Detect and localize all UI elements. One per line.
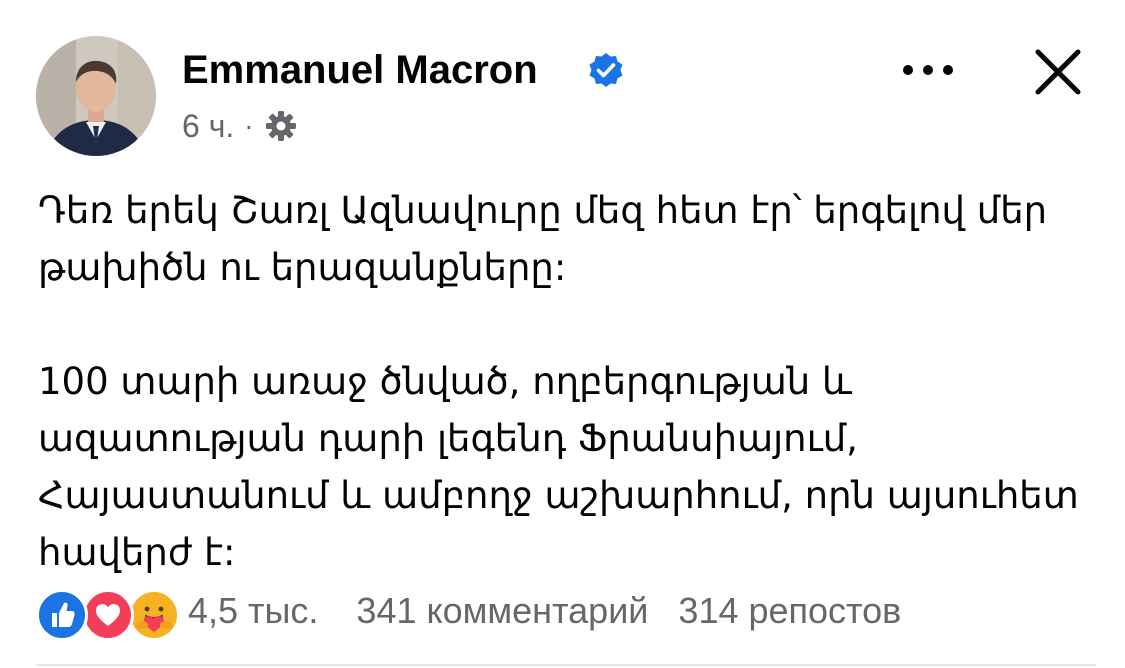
author-name[interactable]: Emmanuel Macron <box>182 44 538 96</box>
post-paragraph-2: 100 տարի առաջ ծնված, ողբերգության և ազատ… <box>38 360 1079 574</box>
more-dots-icon[interactable] <box>896 50 960 90</box>
post-time[interactable]: 6 ч. <box>182 108 234 145</box>
verified-badge-icon <box>589 53 623 87</box>
post-meta: 6 ч. · <box>182 104 298 148</box>
post-text: Դեռ երեկ Շառլ Ազնավուրը մեզ հետ էր՝ երգե… <box>38 182 1098 581</box>
reaction-icons[interactable] <box>36 587 186 641</box>
meta-separator: · <box>244 110 254 141</box>
gear-icon[interactable] <box>264 109 298 143</box>
facebook-post: Emmanuel Macron 6 ч. · Դեռ երեկ Շառլ Ազն… <box>0 0 1125 668</box>
like-reaction-icon <box>36 589 88 641</box>
author-avatar[interactable] <box>36 36 156 156</box>
avatar-image <box>36 36 156 156</box>
love-reaction-icon <box>82 589 134 641</box>
reaction-count[interactable]: 4,5 тыс. <box>188 590 318 632</box>
close-icon[interactable] <box>1030 44 1086 100</box>
reactions-bar: 4,5 тыс. 341 комментарий 314 репостов <box>36 586 1096 641</box>
comments-count[interactable]: 341 комментарий <box>356 590 648 632</box>
shares-count[interactable]: 314 репостов <box>678 590 901 632</box>
post-paragraph-1: Դեռ երեկ Շառլ Ազնավուրը մեզ հետ էր՝ երգե… <box>38 189 1048 289</box>
care-reaction-icon <box>128 589 180 641</box>
divider <box>36 664 1096 666</box>
